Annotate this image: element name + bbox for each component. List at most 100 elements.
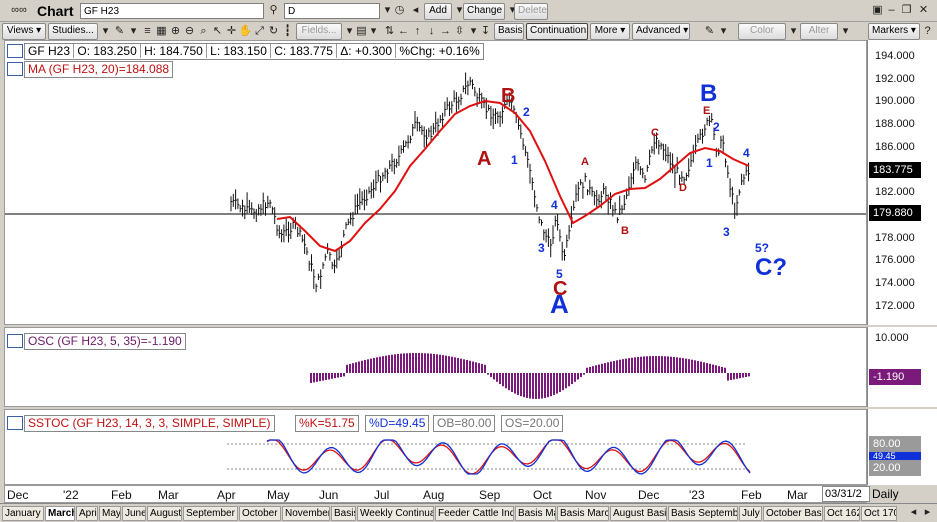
tab-weekly-continuation[interactable]: Weekly Continuation [357,506,434,521]
tab-august[interactable]: August [147,506,182,521]
close-icon[interactable]: ✕ [916,3,931,18]
pencil-menu-icon[interactable]: ▾ [716,24,731,39]
date-field[interactable]: 03/31/2 [822,486,870,502]
stoch-os-legend[interactable]: OS=20.00 [501,415,564,432]
time-axis[interactable]: Dec '22 Feb Mar Apr May Jun Jul Aug Sep Oct Nov Dec '… [4,485,867,503]
tab-october-basis[interactable]: October Basis [763,506,823,521]
osc-legend[interactable]: OSC (GF H23, 5, 35)=-1.190 [24,333,186,350]
cursor-icon[interactable]: ↖ [210,24,225,39]
osc-bar [571,373,573,385]
studies-menu-icon[interactable]: ▾ [98,24,113,39]
tab-scroll-right-icon[interactable]: ▸ [920,505,935,520]
previous-icon[interactable]: ◂ [408,3,423,18]
minimize-icon[interactable]: – [884,3,899,18]
search-icon[interactable]: ⚲ [266,3,281,18]
crosshair-icon[interactable]: ✛ [224,24,239,39]
tab-scroll-left-icon[interactable]: ◂ [906,505,921,520]
osc-bar [493,373,495,380]
scale-icon[interactable]: ⇳ [452,24,467,39]
bar-style-icon[interactable]: ┇ [280,24,295,39]
pencil-icon[interactable]: ✎ [702,24,717,39]
help-icon[interactable]: ? [920,24,935,39]
tab-march[interactable]: March [45,506,75,521]
zoom-in-icon[interactable]: ⊕ [168,24,183,39]
lock-icon[interactable]: ▣ [870,3,885,18]
price-axis[interactable]: 194.000192.000190.000188.000186.000184.0… [867,40,937,325]
tab-june[interactable]: June [122,506,146,521]
change-button[interactable]: Change [463,3,505,20]
tab-basis-september[interactable]: Basis September [668,506,738,521]
stoch-d-legend[interactable]: %D=49.45 [365,415,430,432]
tab-october[interactable]: October [239,506,281,521]
delete-button[interactable]: Delete [514,3,548,20]
dropdown-arrow-icon[interactable]: ▾ [126,24,141,39]
price-panel[interactable]: A B C A B C? 1 2 3 4 5 A B C D E 1 2 3 4 [4,40,867,325]
price-axis-label: 186.000 [875,140,915,153]
tab-july[interactable]: July [739,506,762,521]
ma-window-icon[interactable] [7,62,23,76]
tab-september[interactable]: September [183,506,238,521]
color-menu-icon[interactable]: ▾ [786,24,801,39]
more-button[interactable]: More ▾ [590,23,630,40]
chart-type-menu-icon[interactable]: ▾ [366,24,381,39]
tab-august-basis[interactable]: August Basis [610,506,667,521]
stoch-panel[interactable]: SSTOC (GF H23, 14, 3, 3, SIMPLE, SIMPLE)… [4,409,867,485]
ma-legend[interactable]: MA (GF H23, 20)=184.088 [24,61,174,78]
stoch-window-icon[interactable] [7,416,23,430]
grid-icon[interactable]: ▦ [154,24,169,39]
tab-basis-may[interactable]: Basis May [515,506,556,521]
ma-line [276,99,750,253]
legend-icon[interactable]: ≡ [140,24,155,39]
tab-april[interactable]: April [76,506,98,521]
add-button[interactable]: Add [424,3,452,20]
link-chain-icon[interactable]: ∞∞ [4,3,34,18]
price-bars [230,72,750,293]
osc-panel[interactable]: OSC (GF H23, 5, 35)=-1.190 [4,327,867,407]
alter-menu-icon[interactable]: ▾ [838,24,853,39]
basis-icon[interactable]: ↧ [478,24,493,39]
osc-bar [646,356,648,373]
compare-icon[interactable]: ⇅ [382,24,397,39]
period-label[interactable]: Daily [872,487,899,501]
tab-feeder-cattle-index[interactable]: Feeder Cattle Index [435,506,514,521]
restore-icon[interactable]: ❐ [899,3,914,18]
fields-button[interactable]: Fields... [296,23,342,40]
zoom-icon[interactable]: ⌕ [196,24,211,39]
tab-may[interactable]: May [99,506,121,521]
pan-icon[interactable]: ✋ [238,24,253,39]
tab-oct-170c[interactable]: Oct 170C [861,506,897,521]
tab-oct-162p[interactable]: Oct 162P [824,506,860,521]
stoch-k-legend[interactable]: %K=51.75 [295,415,359,432]
basis-button[interactable]: Basis [494,23,524,40]
interval-input[interactable]: D [284,3,380,19]
fit-icon[interactable]: ⤢ [252,24,267,39]
scroll-down-icon[interactable]: ↓ [424,24,439,39]
chart-window-icon[interactable] [7,44,23,58]
studies-button[interactable]: Studies... [48,23,98,40]
stoch-legend[interactable]: SSTOC (GF H23, 14, 3, 3, SIMPLE, SIMPLE) [24,415,275,432]
stoch-ob-legend[interactable]: OB=80.00 [433,415,496,432]
scroll-left-icon[interactable]: ← [396,24,411,39]
advanced-button[interactable]: Advanced ▾ [632,23,690,40]
tab-january[interactable]: January [2,506,44,521]
continuation-button[interactable]: Continuation [526,23,588,40]
scroll-right-icon[interactable]: → [438,24,453,39]
osc-axis[interactable]: 10.000 [867,327,937,407]
alter-button[interactable]: Alter [800,23,838,40]
tab-basis-march[interactable]: Basis March [557,506,609,521]
draw-icon[interactable]: ✎ [112,24,127,39]
refresh-icon[interactable]: ↻ [266,24,281,39]
tab-november[interactable]: November [282,506,330,521]
tab-basis[interactable]: Basis [331,506,356,521]
scroll-up-icon[interactable]: ↑ [410,24,425,39]
price-legend[interactable]: GF H23 O: 183.250 H: 184.750 L: 183.150 … [24,43,484,60]
views-button[interactable]: Views ▾ [2,23,46,40]
price-axis-label: 192.000 [875,72,915,85]
osc-bar [559,373,561,392]
zoom-out-icon[interactable]: ⊖ [182,24,197,39]
osc-window-icon[interactable] [7,334,23,348]
symbol-input[interactable]: GF H23 [80,3,264,19]
markers-button[interactable]: Markers ▾ [868,23,920,40]
clock-icon[interactable]: ◷ [392,3,407,18]
color-button[interactable]: Color [738,23,786,40]
